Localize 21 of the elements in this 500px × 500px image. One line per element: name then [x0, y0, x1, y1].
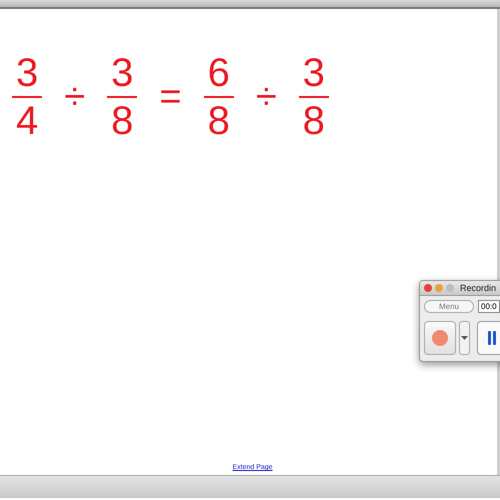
window-title: Recordin: [460, 283, 496, 293]
close-icon[interactable]: [424, 284, 432, 292]
caret-icon: [461, 336, 468, 340]
operator: ÷: [64, 76, 86, 118]
numerator: 3: [15, 53, 40, 93]
pause-button[interactable]: [476, 321, 500, 355]
operator: =: [159, 76, 182, 118]
denominator: 8: [302, 101, 326, 141]
numerator: 3: [110, 53, 134, 93]
denominator: 8: [206, 101, 231, 141]
minimize-icon[interactable]: [435, 284, 443, 292]
operator: ÷: [256, 76, 277, 118]
numerator: 6: [206, 53, 231, 93]
record-icon: [432, 330, 448, 346]
denominator: 4: [15, 101, 40, 141]
denominator: 8: [110, 101, 134, 141]
time-field: 00:0: [478, 300, 500, 313]
dropdown-button[interactable]: [459, 321, 470, 355]
menu-button[interactable]: Menu: [424, 300, 474, 313]
numerator: 3: [302, 53, 326, 93]
pause-icon: [488, 331, 497, 345]
